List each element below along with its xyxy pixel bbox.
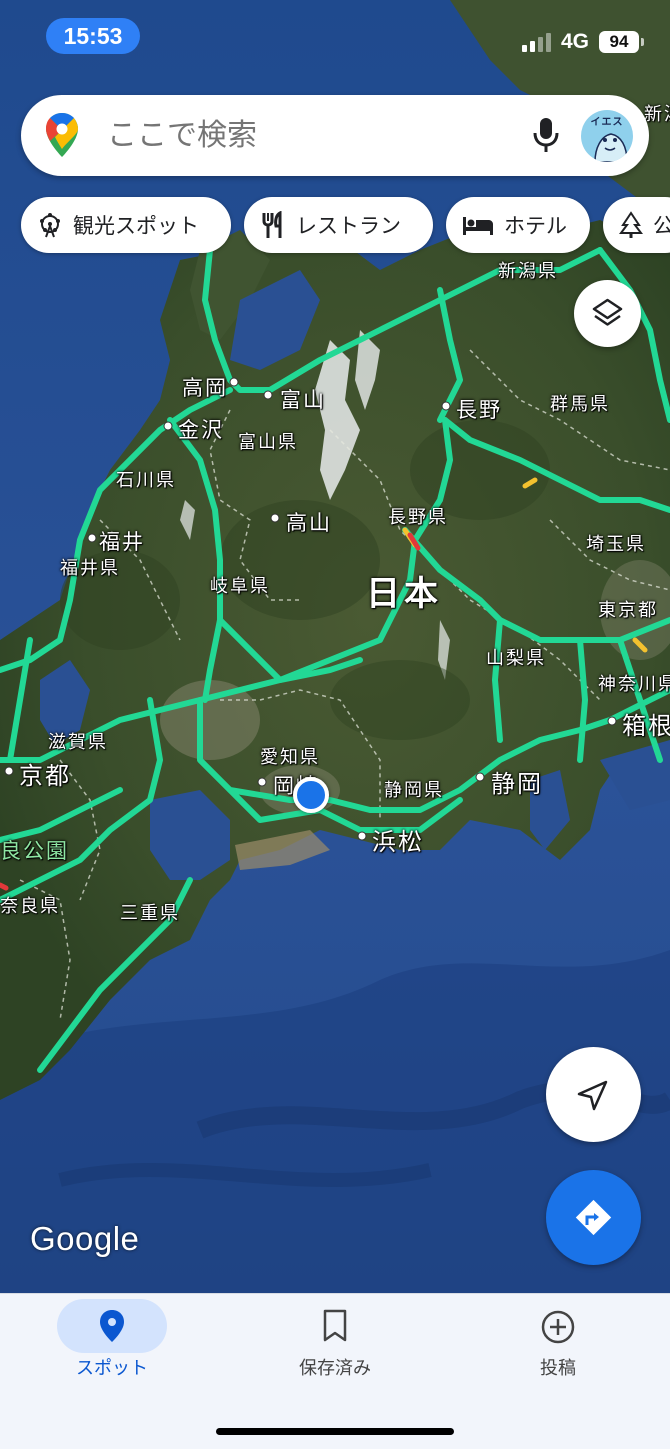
signal-icon — [521, 32, 551, 52]
search-bar[interactable] — [21, 95, 649, 176]
bookmark-icon — [323, 1309, 347, 1342]
google-maps-pin-icon — [46, 113, 78, 157]
map-label-ishikawa-pref: 石川県 — [116, 470, 176, 491]
map-label-kyoto[interactable]: 京都 — [19, 756, 71, 791]
map-label-fukui-pref: 福井県 — [60, 558, 120, 579]
map-label-hakone[interactable]: 箱根 — [622, 706, 670, 741]
directions-button[interactable] — [546, 1170, 641, 1265]
map-label-saitama-pref: 埼玉県 — [586, 534, 646, 555]
current-location-dot[interactable] — [293, 777, 329, 813]
bottom-navigation: スポット 保存済み 投稿 — [0, 1293, 670, 1449]
chip-restaurant[interactable]: レストラン — [244, 197, 433, 253]
category-chips: 観光スポット レストラン ホテル 公 — [21, 197, 670, 253]
network-type: 4G — [560, 30, 589, 53]
avatar-text: イエス — [590, 117, 624, 128]
map-label-fukui[interactable]: 福井 — [99, 526, 145, 556]
chip-label: レストラン — [296, 214, 401, 238]
nav-contribute[interactable]: 投稿 — [486, 1294, 636, 1404]
map-label-takaoka[interactable]: 高岡 — [182, 372, 228, 402]
chip-hotel[interactable]: ホテル — [446, 197, 590, 253]
google-logo: Google — [30, 1220, 140, 1257]
location-pin-icon — [100, 1310, 124, 1342]
nav-saved[interactable]: 保存済み — [263, 1294, 413, 1404]
bed-icon — [463, 217, 493, 235]
map-label-takayama[interactable]: 高山 — [286, 507, 332, 537]
map-label-kanagawa-pref: 神奈川県 — [598, 674, 670, 695]
nav-label: 投稿 — [540, 1358, 576, 1379]
map-label-aichi-pref: 愛知県 — [260, 747, 320, 768]
map-label-toyama[interactable]: 富山 — [280, 384, 326, 414]
map-label-japan: 日本 — [366, 574, 442, 614]
map-label-shizuoka-pref: 静岡県 — [384, 780, 444, 801]
avatar[interactable]: イエス — [581, 110, 633, 162]
map-label-shizuoka[interactable]: 静岡 — [491, 764, 543, 799]
navigation-arrow-icon — [577, 1080, 608, 1111]
map-label-nara-pref: 奈良県 — [0, 896, 60, 917]
my-location-button[interactable] — [546, 1047, 641, 1142]
fork-knife-icon — [262, 211, 282, 238]
status-indicators: 4G 94 — [521, 26, 644, 58]
map-label-hamamatsu[interactable]: 浜松 — [372, 822, 424, 857]
chip-park[interactable]: 公 — [603, 197, 670, 253]
search-input[interactable] — [105, 95, 497, 176]
chip-label: ホテル — [504, 214, 567, 238]
layers-icon — [592, 298, 623, 326]
nav-label: 保存済み — [299, 1358, 371, 1379]
directions-icon — [575, 1199, 612, 1236]
chip-label: 公 — [653, 214, 670, 238]
map-label-mie-pref: 三重県 — [120, 903, 180, 924]
chip-label: 観光スポット — [73, 214, 199, 238]
map-label-gifu-pref: 岐阜県 — [210, 576, 270, 597]
battery-level: 94 — [599, 31, 639, 53]
add-circle-icon — [541, 1310, 575, 1344]
layers-button[interactable] — [574, 280, 641, 347]
map-label-niigata-city[interactable]: 新潟 — [644, 100, 670, 126]
map-label-nagano[interactable]: 長野 — [456, 394, 502, 424]
map-label-toyama-pref: 富山県 — [238, 432, 298, 453]
map-label-niigata-pref: 新潟県 — [498, 261, 558, 282]
ferris-wheel-icon — [40, 213, 60, 238]
map-label-nagano-pref: 長野県 — [388, 507, 448, 528]
microphone-icon[interactable] — [529, 115, 563, 155]
map-label-shiga-pref: 滋賀県 — [48, 732, 108, 753]
map-label-yamanashi-pref: 山梨県 — [486, 648, 546, 669]
tree-icon — [619, 211, 643, 238]
home-indicator[interactable] — [216, 1428, 454, 1435]
map-label-gunma-pref: 群馬県 — [550, 394, 610, 415]
nav-label: スポット — [76, 1358, 148, 1379]
map-label-kanazawa[interactable]: 金沢 — [178, 414, 224, 444]
nav-explore[interactable]: スポット — [40, 1294, 190, 1404]
map-label-tokyo[interactable]: 東京都 — [598, 596, 658, 622]
status-time: 15:53 — [46, 18, 140, 54]
map-label-nara-park[interactable]: 良公園 — [0, 835, 69, 865]
chip-sightseeing[interactable]: 観光スポット — [21, 197, 231, 253]
battery-icon: 94 — [599, 31, 644, 53]
